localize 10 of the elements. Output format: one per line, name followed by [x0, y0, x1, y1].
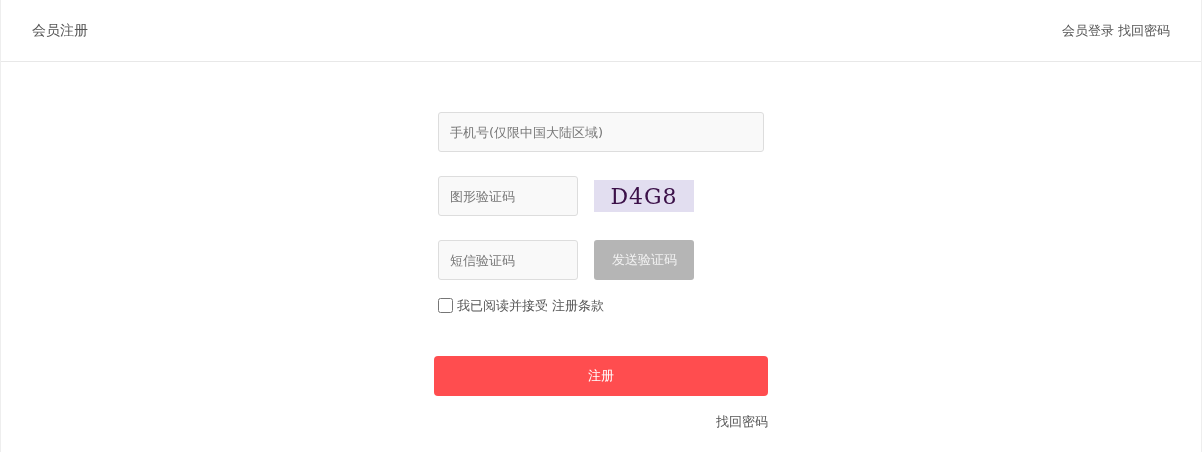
header-link[interactable]: 找回密码: [1118, 20, 1170, 41]
header-link[interactable]: 会员登录: [1062, 20, 1114, 41]
captcha-field[interactable]: 图形验证码: [438, 176, 578, 216]
agree-label[interactable]: 我已阅读并接受: [457, 296, 548, 316]
agree-checkbox[interactable]: [438, 298, 453, 314]
phone-field[interactable]: 手机号(仅限中国大陆区域): [438, 112, 764, 152]
terms-link[interactable]: 注册条款: [552, 296, 604, 316]
page-title: 会员注册: [32, 21, 88, 40]
captcha-image[interactable]: D4G8: [594, 180, 694, 212]
forgot-password-link[interactable]: 找回密码: [716, 411, 768, 431]
